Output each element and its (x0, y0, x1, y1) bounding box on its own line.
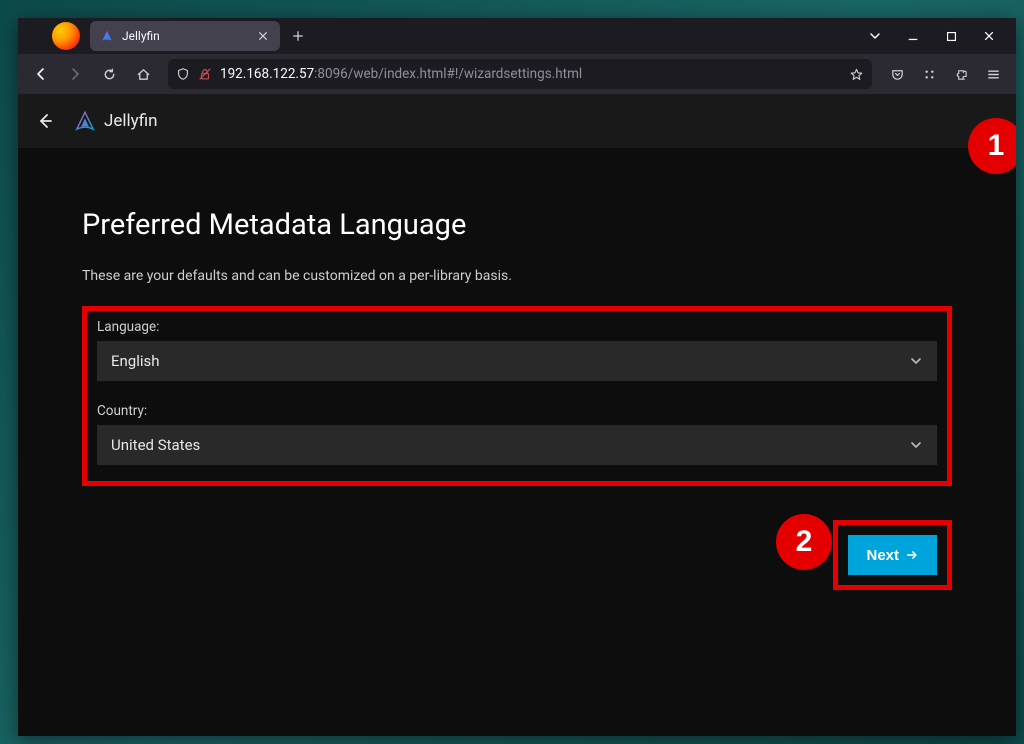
bookmark-star-icon[interactable] (849, 67, 864, 82)
new-tab-button[interactable] (284, 22, 312, 50)
url-toolbar: 192.168.122.57:8096/web/index.html#!/wiz… (18, 54, 1016, 94)
window-minimize-button[interactable] (896, 22, 930, 50)
annotated-next-box: Next (833, 520, 952, 590)
country-select[interactable]: United States (97, 425, 937, 465)
account-icon[interactable] (914, 59, 944, 89)
extensions-icon[interactable] (946, 59, 976, 89)
page-subtitle: These are your defaults and can be custo… (82, 268, 952, 284)
window-maximize-button[interactable] (934, 22, 968, 50)
address-bar[interactable]: 192.168.122.57:8096/web/index.html#!/wiz… (168, 59, 872, 89)
browser-tab[interactable]: Jellyfin (90, 21, 280, 51)
next-button-label: Next (866, 547, 899, 564)
app-menu-button[interactable] (978, 59, 1008, 89)
firefox-logo-icon (52, 22, 80, 50)
tab-title: Jellyfin (122, 29, 248, 43)
tab-bar-right (858, 22, 1010, 50)
nav-back-button[interactable] (26, 59, 56, 89)
tabs-dropdown-button[interactable] (858, 22, 892, 50)
url-text: 192.168.122.57:8096/web/index.html#!/wiz… (220, 66, 582, 82)
pocket-icon[interactable] (882, 59, 912, 89)
button-row: 2 Next (82, 520, 952, 590)
nav-reload-button[interactable] (94, 59, 124, 89)
brand-name: Jellyfin (104, 111, 158, 131)
country-value: United States (111, 436, 200, 454)
country-label: Country: (97, 403, 937, 419)
annotation-badge-2: 2 (776, 514, 832, 570)
jellyfin-logo-icon (74, 110, 96, 132)
arrow-right-icon (905, 548, 919, 562)
page-title: Preferred Metadata Language (82, 208, 952, 242)
language-value: English (111, 352, 160, 370)
annotation-badge-1: 1 (968, 118, 1016, 174)
nav-home-button[interactable] (128, 59, 158, 89)
wizard-content: 1 Preferred Metadata Language These are … (18, 148, 1016, 590)
app-viewport: Jellyfin 1 Preferred Metadata Language T… (18, 94, 1016, 736)
nav-forward-button[interactable] (60, 59, 90, 89)
toolbar-right (882, 59, 1008, 89)
browser-window: Jellyfin (18, 18, 1016, 736)
url-host: 192.168.122.57 (220, 66, 314, 82)
brand: Jellyfin (74, 110, 158, 132)
annotated-fields-box: Language: English Country: United States (82, 306, 952, 486)
lock-insecure-icon (198, 67, 212, 81)
tab-close-button[interactable] (256, 29, 270, 43)
chevron-down-icon (909, 354, 923, 368)
app-back-button[interactable] (30, 106, 60, 136)
url-path: :8096/web/index.html#!/wizardsettings.ht… (314, 66, 582, 82)
jellyfin-favicon-icon (100, 29, 114, 43)
language-select[interactable]: English (97, 341, 937, 381)
language-label: Language: (97, 319, 937, 335)
shield-icon (176, 67, 190, 81)
next-button[interactable]: Next (848, 535, 937, 575)
chevron-down-icon (909, 438, 923, 452)
window-close-button[interactable] (972, 22, 1006, 50)
app-header: Jellyfin (18, 94, 1016, 148)
tab-bar: Jellyfin (18, 18, 1016, 54)
